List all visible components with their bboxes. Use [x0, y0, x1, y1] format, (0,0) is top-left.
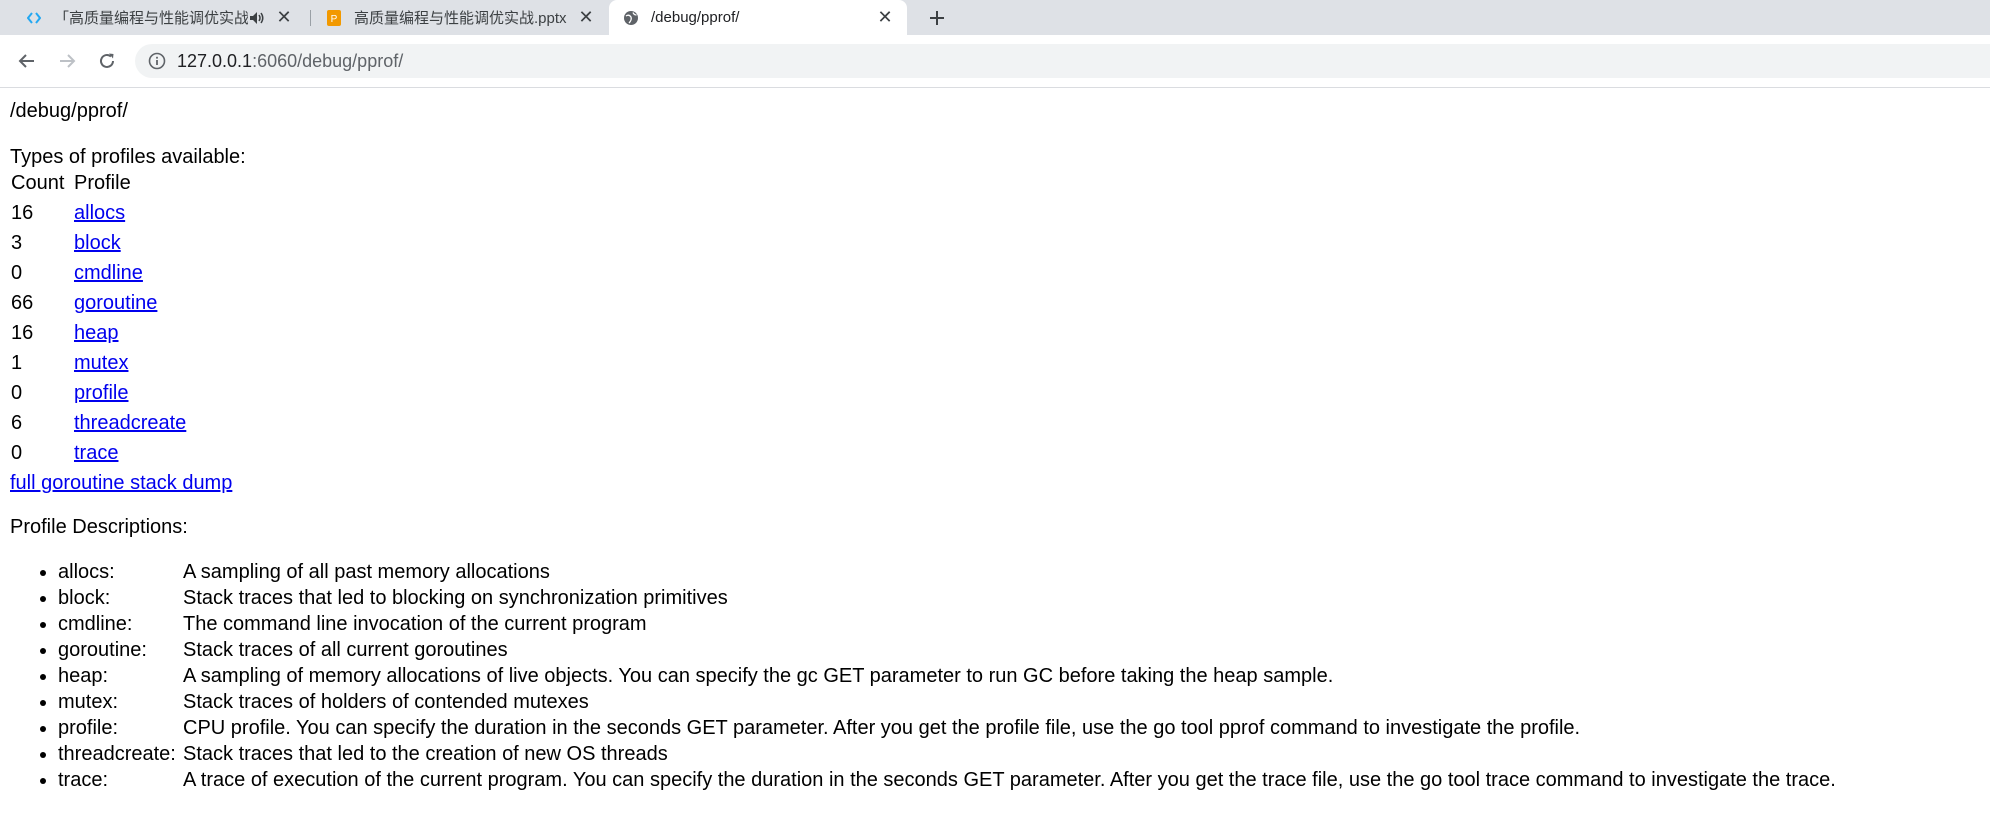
- description-name: goroutine:: [58, 639, 147, 661]
- table-header-row: Count Profile: [11, 171, 186, 195]
- page-title: /debug/pprof/: [10, 100, 128, 122]
- profile-link[interactable]: threadcreate: [74, 412, 186, 434]
- description-text: CPU profile. You can specify the duratio…: [183, 717, 1581, 739]
- profile-count: 16: [11, 202, 34, 224]
- profile-link[interactable]: mutex: [74, 352, 128, 374]
- profile-header: Profile: [74, 172, 131, 194]
- profile-count: 0: [11, 262, 23, 284]
- profile-link[interactable]: goroutine: [74, 292, 157, 314]
- page-content: /debug/pprof/ Types of profiles availabl…: [10, 89, 1985, 793]
- descriptions-list: allocs: A sampling of all past memory all…: [10, 559, 1985, 793]
- tab-title: 「高质量编程与性能调优实战」: [54, 10, 248, 27]
- profile-link[interactable]: cmdline: [74, 262, 143, 284]
- profile-count: 0: [11, 382, 23, 404]
- profile-link[interactable]: trace: [74, 442, 118, 464]
- back-arrow-icon[interactable]: [13, 47, 41, 75]
- description-name: allocs:: [58, 561, 115, 583]
- description-name: block:: [58, 587, 111, 609]
- profile-count: 0: [11, 442, 23, 464]
- reload-icon[interactable]: [93, 47, 121, 75]
- profile-count: 6: [11, 412, 23, 434]
- forward-arrow-icon[interactable]: [53, 47, 81, 75]
- description-name: threadcreate:: [58, 743, 176, 765]
- list-item: mutex: Stack traces of holders of contend…: [58, 689, 1985, 715]
- table-row: 0 profile: [11, 381, 186, 405]
- profile-count: 66: [11, 292, 34, 314]
- code-brackets-icon: [26, 10, 42, 26]
- table-row: 16 allocs: [11, 201, 186, 225]
- tab-2[interactable]: P 高质量编程与性能调优实战.pptx ✕: [316, 0, 606, 35]
- url-text: 127.0.0.1:6060/debug/pprof/: [177, 51, 403, 72]
- description-text: Stack traces of holders of contended mut…: [183, 691, 589, 713]
- profile-count: 16: [11, 322, 34, 344]
- list-item: trace: A trace of execution of the curren…: [58, 767, 1985, 793]
- close-tab-icon[interactable]: ✕: [576, 7, 596, 28]
- list-item: heap: A sampling of memory allocations of…: [58, 663, 1985, 689]
- info-icon[interactable]: [148, 52, 166, 70]
- globe-icon: [623, 10, 639, 26]
- table-row: 1 mutex: [11, 351, 186, 375]
- description-text: The command line invocation of the curre…: [183, 613, 647, 635]
- description-text: A trace of execution of the current prog…: [183, 769, 1836, 791]
- speaker-icon[interactable]: [248, 9, 266, 27]
- profiles-table: Count Profile 16 allocs 3 block 0 cmdline 6…: [8, 165, 189, 471]
- profile-link[interactable]: heap: [74, 322, 119, 344]
- list-item: block: Stack traces that led to blocking …: [58, 585, 1985, 611]
- count-header: Count: [11, 172, 65, 194]
- address-bar[interactable]: 127.0.0.1:6060/debug/pprof/: [135, 44, 1990, 78]
- description-text: A sampling of all past memory allocation…: [183, 561, 550, 583]
- description-name: mutex:: [58, 691, 119, 713]
- tab-title: 高质量编程与性能调优实战.pptx: [354, 10, 567, 27]
- svg-text:P: P: [331, 14, 338, 25]
- list-item: threadcreate: Stack traces that led to th…: [58, 741, 1985, 767]
- table-row: 3 block: [11, 231, 186, 255]
- tab-3-active[interactable]: /debug/pprof/ ✕: [609, 0, 907, 35]
- profile-link[interactable]: block: [74, 232, 121, 254]
- description-name: trace:: [58, 769, 109, 791]
- tab-title: /debug/pprof/: [651, 9, 740, 26]
- profile-count: 3: [11, 232, 23, 254]
- descriptions-heading: Profile Descriptions:: [10, 516, 188, 538]
- table-row: 0 cmdline: [11, 261, 186, 285]
- tab-separator: [310, 10, 311, 26]
- table-row: 16 heap: [11, 321, 186, 345]
- description-name: heap:: [58, 665, 109, 687]
- table-row: 6 threadcreate: [11, 411, 186, 435]
- description-name: profile:: [58, 717, 119, 739]
- presentation-file-icon: P: [326, 9, 342, 26]
- profile-link[interactable]: profile: [74, 382, 128, 404]
- full-goroutine-dump-link[interactable]: full goroutine stack dump: [10, 471, 232, 495]
- description-text: Stack traces that led to the creation of…: [183, 743, 668, 765]
- description-text: A sampling of memory allocations of live…: [183, 665, 1334, 687]
- description-text: Stack traces of all current goroutines: [183, 639, 508, 661]
- close-tab-icon[interactable]: ✕: [875, 7, 895, 28]
- tab-strip: 「高质量编程与性能调优实战」 ✕ P 高质量编程与性能调优实战.pptx ✕ /…: [0, 0, 1990, 35]
- browser-toolbar: 127.0.0.1:6060/debug/pprof/: [0, 35, 1990, 88]
- url-path: :6060/debug/pprof/: [252, 50, 404, 71]
- url-host: 127.0.0.1: [177, 50, 253, 71]
- profile-count: 1: [11, 352, 23, 374]
- list-item: allocs: A sampling of all past memory all…: [58, 559, 1985, 585]
- list-item: goroutine: Stack traces of all current go…: [58, 637, 1985, 663]
- new-tab-button[interactable]: [924, 5, 950, 31]
- table-row: 66 goroutine: [11, 291, 186, 315]
- tab-1[interactable]: 「高质量编程与性能调优实战」 ✕: [14, 0, 304, 35]
- description-text: Stack traces that led to blocking on syn…: [183, 587, 728, 609]
- table-row: 0 trace: [11, 441, 186, 465]
- description-name: cmdline:: [58, 613, 133, 635]
- profile-link[interactable]: allocs: [74, 202, 125, 224]
- types-heading: Types of profiles available:: [10, 146, 246, 168]
- list-item: profile: CPU profile. You can specify the…: [58, 715, 1985, 741]
- close-tab-icon[interactable]: ✕: [274, 7, 294, 28]
- list-item: cmdline: The command line invocation of t…: [58, 611, 1985, 637]
